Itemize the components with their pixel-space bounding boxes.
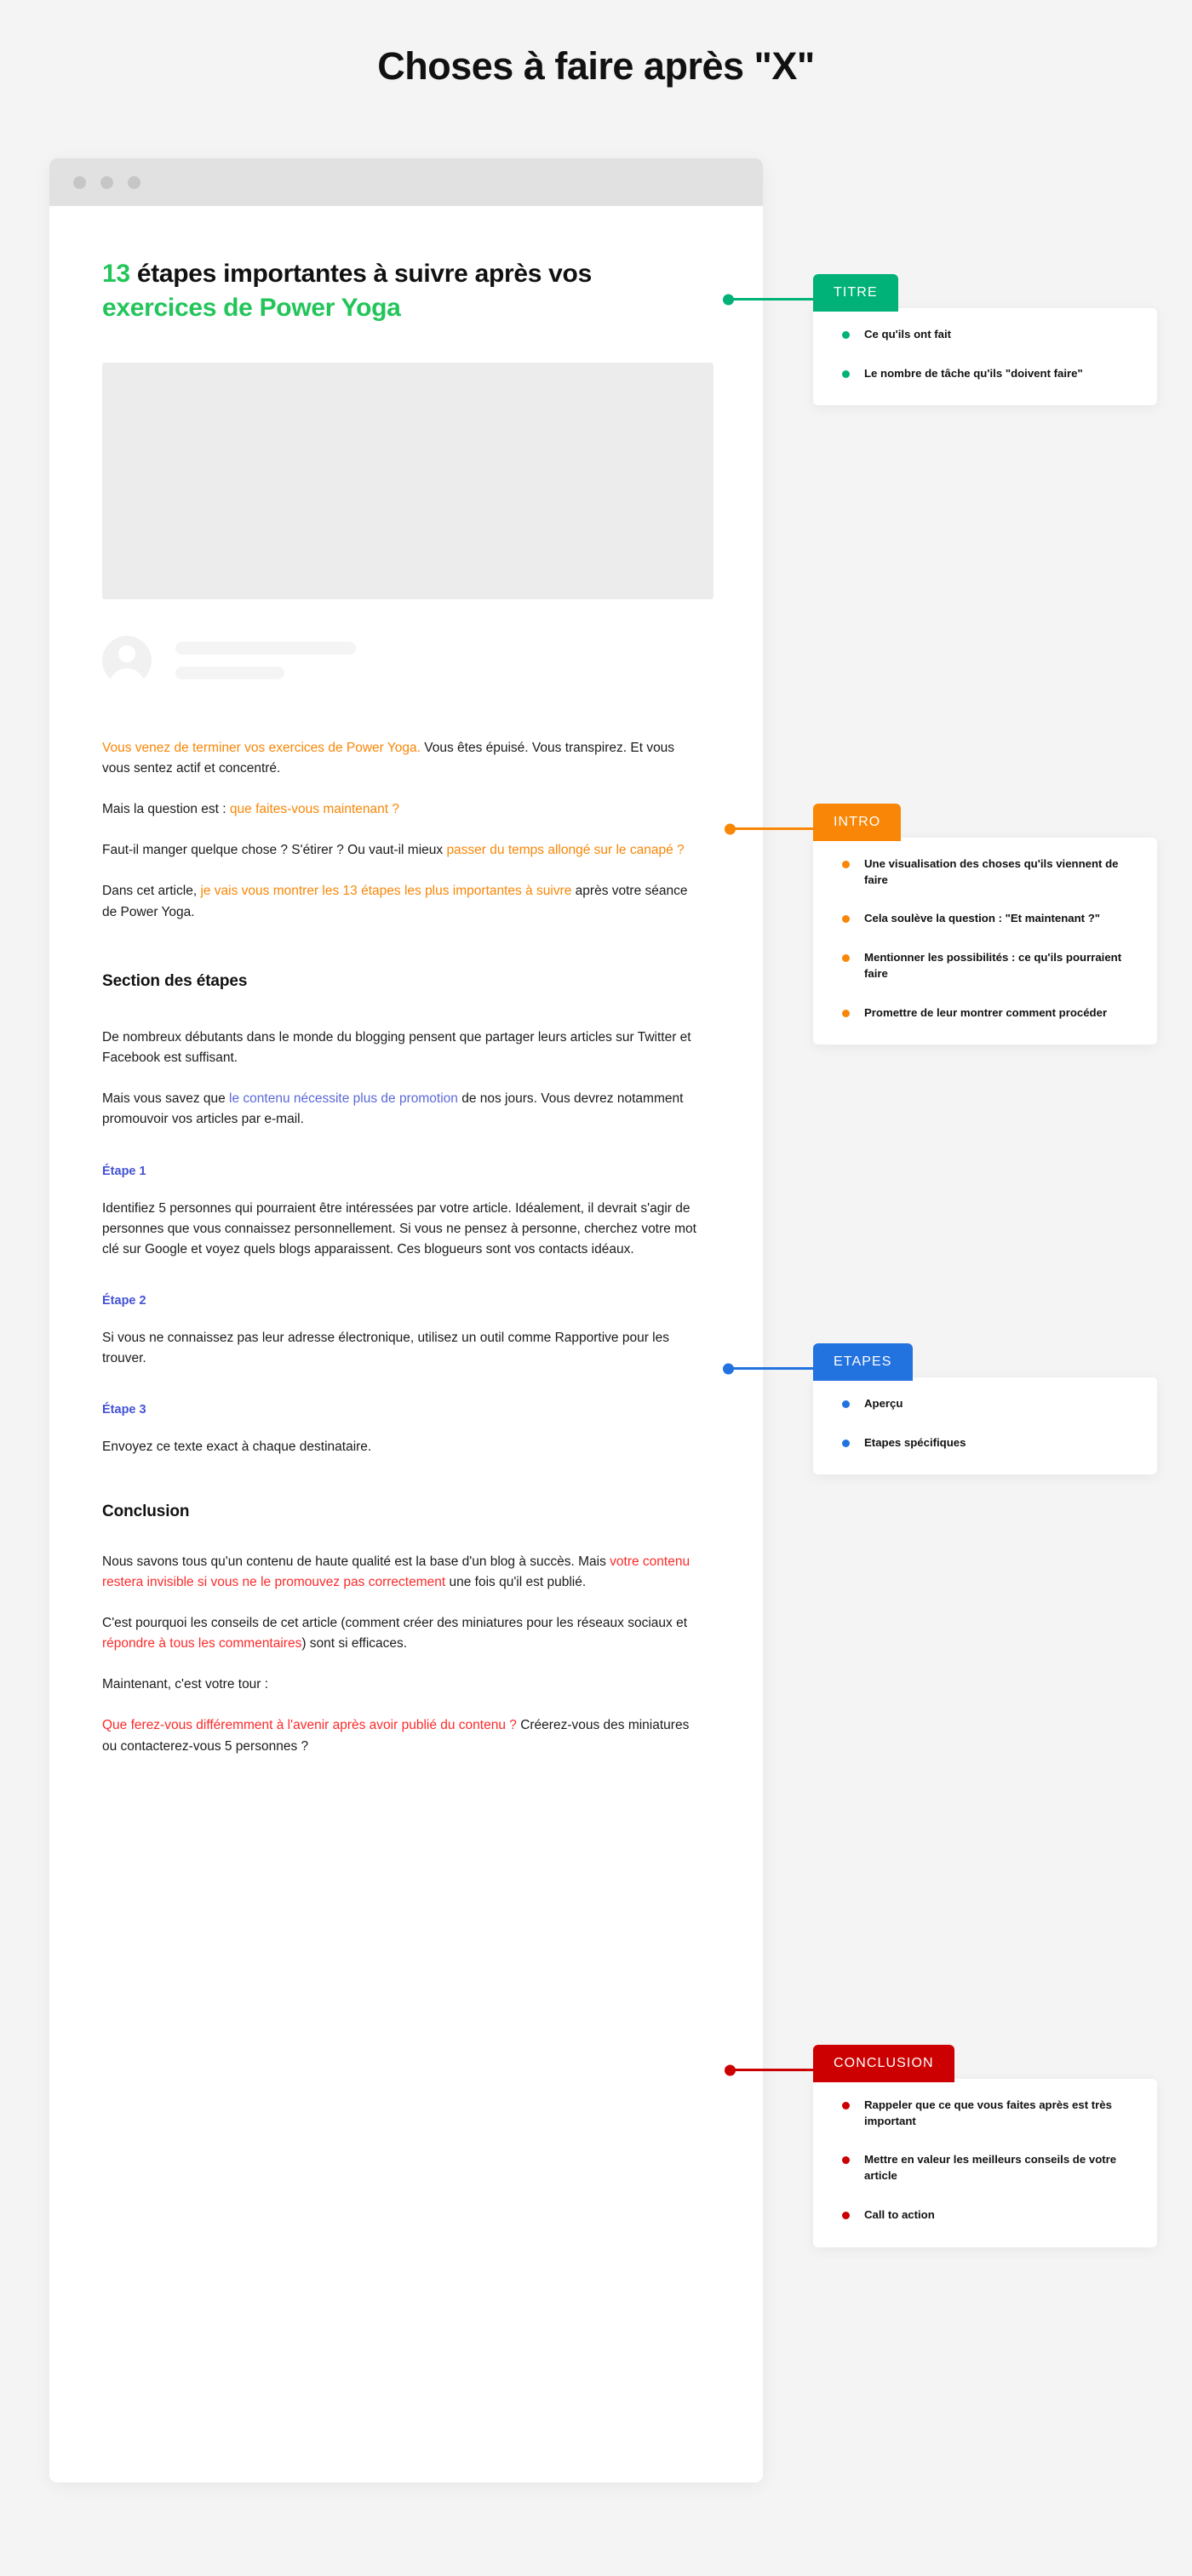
callout-tab-label: INTRO [834,815,881,829]
list-item: Call to action [835,2207,1135,2224]
connector-line-conclusion [730,2069,813,2071]
callout-panel-titre: Ce qu'ils ont fait Le nombre de tâche qu… [813,308,1157,406]
article-text-content: Vous venez de terminer vos exercices de … [102,738,710,1757]
headline-keyword: exercices de Power Yoga [102,293,401,322]
byline-skeleton-lines [175,641,356,679]
infographic-page: Choses à faire après "X" 13 étapes impor… [0,0,1192,2576]
list-item: Le nombre de tâche qu'ils "doivent faire… [835,366,1135,382]
callout-tab-label: ETAPES [834,1354,892,1369]
steps-paragraph-1: De nombreux débutants dans le monde du b… [102,1029,691,1065]
list-item: Ce qu'ils ont fait [835,327,1135,343]
callout-titre: TITRE Ce qu'ils ont fait Le nombre de tâ… [728,274,1157,406]
step-label-3: Étape 3 [102,1403,146,1417]
connector-line-titre [728,298,813,301]
list-item: Mentionner les possibilités : ce qu'ils … [835,950,1135,982]
skeleton-bar-long [175,641,356,655]
callout-list-titre: Ce qu'ils ont fait Le nombre de tâche qu… [835,327,1135,381]
intro-p2-highlight: que faites-vous maintenant ? [229,802,399,817]
intro-paragraph-3: Faut-il manger quelque chose ? S'étirer … [102,840,698,861]
list-item-label: Promettre de leur montrer comment procéd… [864,1005,1108,1019]
callout-intro: INTRO Une visualisation des choses qu'il… [730,804,1157,1045]
list-item: Promettre de leur montrer comment procéd… [835,1005,1135,1022]
headline-number: 13 [102,260,130,288]
window-close-dot-icon[interactable] [73,175,86,189]
concl-p2-tail: ) sont si efficaces. [301,1636,408,1652]
concl-p1-tail: une fois qu'il est publié. [445,1574,587,1589]
list-item-label: Le nombre de tâche qu'ils "doivent faire… [864,366,1083,380]
step-label-1: Étape 1 [102,1164,146,1178]
list-item-label: Etapes spécifiques [864,1435,966,1449]
callout-list-conclusion: Rappeler que ce que vous faites après es… [835,2098,1135,2224]
intro-paragraph-1: Vous venez de terminer vos exercices de … [102,738,698,779]
intro-paragraph-2: Mais la question est : que faites-vous m… [102,799,698,820]
list-item: Cela soulève la question : "Et maintenan… [835,911,1135,927]
callout-tab-conclusion[interactable]: CONCLUSION [730,2045,954,2082]
author-byline-skeleton [102,635,710,685]
conclusion-paragraph-4: Que ferez-vous différemment à l'avenir a… [102,1715,698,1756]
conclusion-paragraph-1: Nous savons tous qu'un contenu de haute … [102,1552,698,1593]
list-item: Aperçu [835,1396,1135,1412]
window-minimize-dot-icon[interactable] [100,175,113,189]
callout-tab-label: CONCLUSION [834,2056,934,2070]
skeleton-bar-short [175,666,284,679]
hero-image-placeholder [102,362,713,599]
browser-chrome-bar [49,158,763,206]
callout-tab-label: TITRE [834,285,878,300]
browser-mockup: 13 étapes importantes à suivre après vos… [49,158,763,2482]
concl-p1-lead: Nous savons tous qu'un contenu de haute … [102,1554,610,1569]
list-item-label: Ce qu'ils ont fait [864,328,952,341]
intro-p3-lead: Faut-il manger quelque chose ? S'étirer … [102,843,447,858]
list-item-label: Aperçu [864,1397,903,1410]
callout-panel-intro: Une visualisation des choses qu'ils vien… [813,838,1157,1045]
callout-conclusion: CONCLUSION Rappeler que ce que vous fait… [730,2045,1157,2247]
list-item-label: Une visualisation des choses qu'ils vien… [864,857,1119,886]
callout-list-etapes: Aperçu Etapes spécifiques [835,1396,1135,1451]
intro-p3-highlight: passer du temps allongé sur le canapé ? [446,843,685,858]
steps-section-heading: Section des étapes [102,971,248,990]
intro-p2-lead: Mais la question est : [102,802,230,817]
callout-panel-conclusion: Rappeler que ce que vous faites après es… [813,2079,1157,2247]
list-item-label: Rappeler que ce que vous faites après es… [864,2098,1112,2127]
step-text-2: Si vous ne connaissez pas leur adresse é… [102,1331,669,1366]
step-text-3: Envoyez ce texte exact à chaque destinat… [102,1440,372,1455]
page-title: Choses à faire après "X" [377,44,815,88]
article-headline: 13 étapes importantes à suivre après vos… [102,257,710,325]
list-item-label: Mettre en valeur les meilleurs conseils … [864,2153,1117,2183]
steps-p2-highlight: le contenu nécessite plus de promotion [229,1091,458,1107]
connector-line-etapes [728,1367,813,1370]
headline-middle: étapes importantes à suivre après vos [129,260,592,288]
list-item-label: Call to action [864,2207,935,2221]
callout-list-intro: Une visualisation des choses qu'ils vien… [835,856,1135,1021]
concl-p2-lead: C'est pourquoi les conseils de cet artic… [102,1615,687,1630]
conclusion-section-heading: Conclusion [102,1502,190,1520]
intro-p1-highlight: Vous venez de terminer vos exercices de … [102,740,421,755]
step-label-2: Étape 2 [102,1294,146,1308]
list-item-label: Cela soulève la question : "Et maintenan… [864,912,1101,925]
list-item: Etapes spécifiques [835,1435,1135,1451]
callout-panel-etapes: Aperçu Etapes spécifiques [813,1377,1157,1475]
article-body: 13 étapes importantes à suivre après vos… [49,206,763,1808]
intro-paragraph-4: Dans cet article, je vais vous montrer l… [102,881,698,922]
window-maximize-dot-icon[interactable] [128,175,140,189]
list-item-label: Mentionner les possibilités : ce qu'ils … [864,951,1122,980]
callout-tab-titre[interactable]: TITRE [728,274,898,312]
callout-tab-etapes[interactable]: ETAPES [728,1343,913,1381]
avatar-placeholder-icon [102,635,152,685]
conclusion-paragraph-2: C'est pourquoi les conseils de cet artic… [102,1613,698,1654]
step-text-1: Identifiez 5 personnes qui pourraient êt… [102,1200,696,1257]
steps-p2-lead: Mais vous savez que [102,1091,230,1107]
callout-tab-intro[interactable]: INTRO [730,804,902,841]
concl-p2-highlight: répondre à tous les commentaires [102,1636,302,1652]
intro-p4-lead: Dans cet article, [102,884,201,899]
list-item: Une visualisation des choses qu'ils vien… [835,856,1135,888]
callout-etapes: ETAPES Aperçu Etapes spécifiques [728,1343,1157,1475]
concl-p4-highlight: Que ferez-vous différemment à l'avenir a… [102,1718,517,1733]
list-item: Mettre en valeur les meilleurs conseils … [835,2152,1135,2184]
intro-p4-highlight: je vais vous montrer les 13 étapes les p… [200,884,572,899]
connector-line-intro [730,827,813,830]
list-item: Rappeler que ce que vous faites après es… [835,2098,1135,2129]
steps-paragraph-2: Mais vous savez que le contenu nécessite… [102,1089,698,1130]
conclusion-paragraph-3: Maintenant, c'est votre tour : [102,1677,269,1692]
